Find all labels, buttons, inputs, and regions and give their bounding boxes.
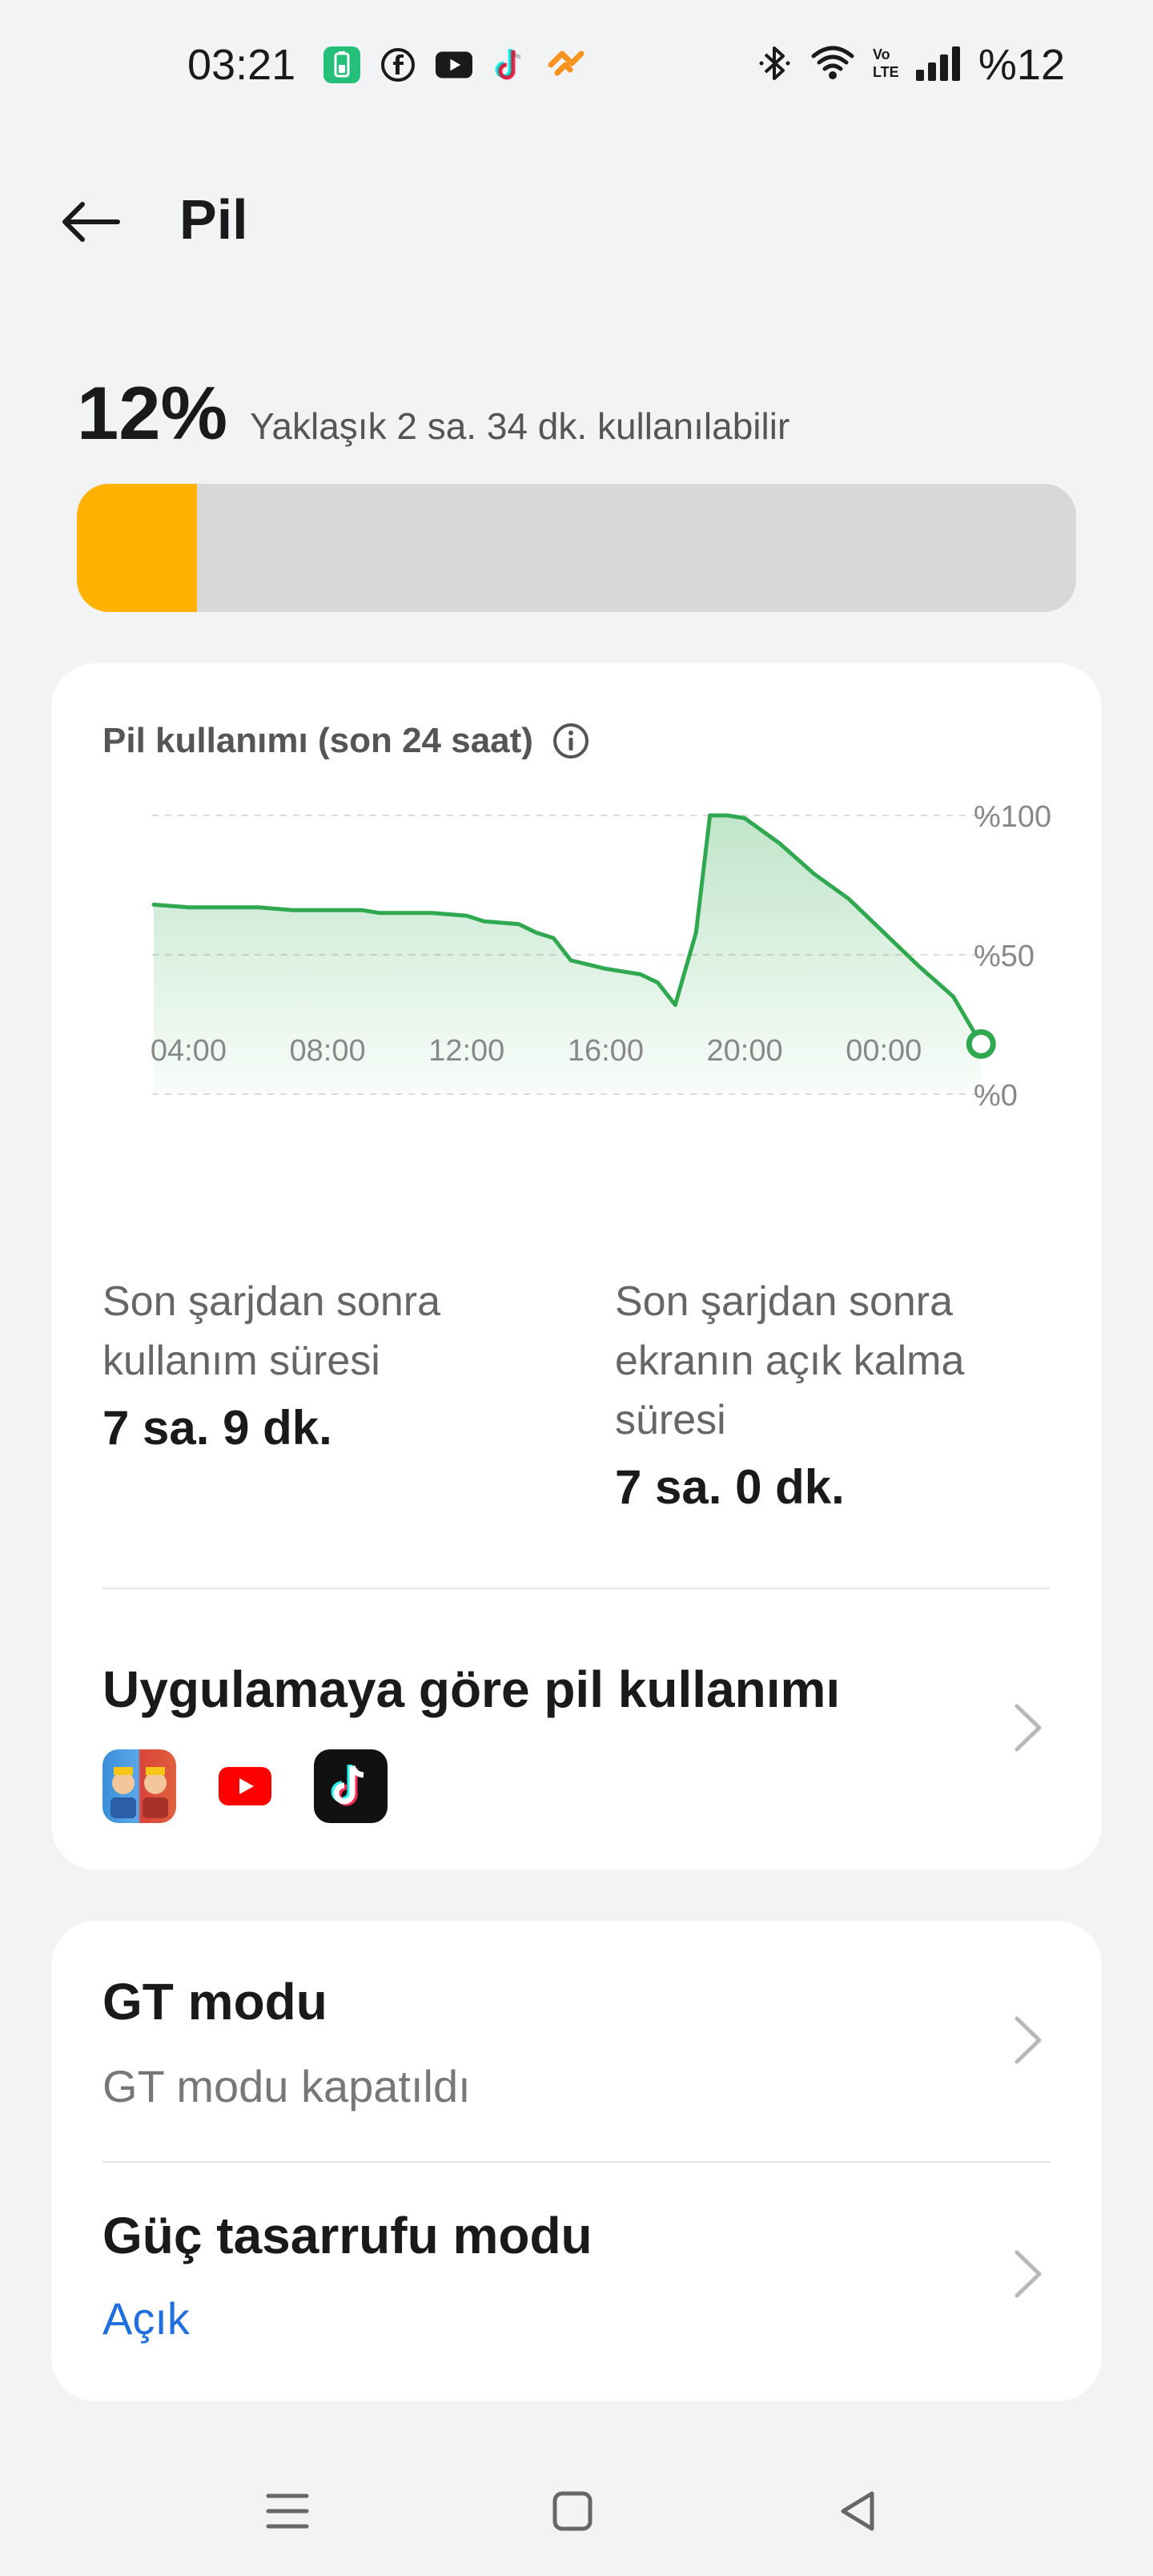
page-title: Pil — [179, 188, 248, 251]
status-battery-text: %12 — [978, 41, 1065, 89]
app-usage-icons — [102, 1749, 388, 1823]
battery-level-bar — [77, 484, 1076, 612]
screen-on-time-stat: Son şarjdan sonra ekranın açık kalma sür… — [615, 1272, 1051, 1515]
volte-icon: Vo LTE — [871, 43, 899, 87]
chart-y-tick-label: %100 — [974, 800, 1051, 834]
usage-title-row: Pil kullanımı (son 24 saat) — [102, 721, 591, 761]
chart-current-point — [966, 1028, 996, 1059]
usage-title: Pil kullanımı (son 24 saat) — [102, 721, 533, 760]
gt-mode-status: GT modu kapatıldı — [102, 2061, 471, 2111]
battery-estimate: Yaklaşık 2 sa. 34 dk. kullanılabilir — [250, 405, 790, 447]
menu-icon — [266, 2493, 309, 2529]
chevron-right-icon — [1014, 2250, 1042, 2298]
app-usage-row[interactable]: Uygulamaya göre pil kullanımı — [51, 1588, 1102, 1870]
header: Pil — [0, 168, 1153, 272]
status-bar: 03:21 Vo LTE %12 — [0, 0, 1153, 136]
tiktok-icon — [492, 46, 528, 83]
chart-y-tick-label: %50 — [974, 940, 1034, 973]
back-triangle-icon — [841, 2491, 874, 2531]
usage-stats: Son şarjdan sonra kullanım süresi 7 sa. … — [102, 1272, 1051, 1515]
power-saving-row[interactable]: Güç tasarrufu modu Açık — [51, 2161, 1102, 2401]
battery-summary: 12% Yaklaşık 2 sa. 34 dk. kullanılabilir — [77, 370, 789, 457]
usage-time-value: 7 sa. 9 dk. — [102, 1401, 332, 1455]
battery-level-fill — [77, 484, 197, 612]
wifi-icon — [810, 45, 855, 86]
youtube-app-icon — [208, 1749, 282, 1823]
power-saving-title: Güç tasarrufu modu — [102, 2207, 593, 2264]
battery-usage-chart: %0 %50 %100 04:00 08:00 12:00 16:00 20:00 00:00 — [151, 800, 1051, 1113]
svg-text:LTE: LTE — [873, 64, 898, 80]
battery-app-icon — [323, 46, 360, 83]
svg-text:Vo: Vo — [873, 46, 890, 62]
settings-card: GT modu GT modu kapatıldı Güç tasarrufu … — [51, 1921, 1102, 2401]
back-arrow-icon — [62, 202, 120, 242]
power-saving-status: Açık — [102, 2293, 190, 2344]
chart-y-tick-label: %0 — [974, 1079, 1018, 1113]
battery-percent: 12% — [77, 371, 228, 455]
home-square-icon — [552, 2491, 593, 2531]
back-button[interactable] — [54, 186, 127, 258]
screen-on-time-value: 7 sa. 0 dk. — [615, 1460, 845, 1514]
info-icon[interactable] — [551, 721, 591, 761]
signal-icon — [914, 46, 962, 85]
chart-x-tick-label: 20:00 — [707, 1034, 783, 1068]
chart-x-tick-label: 00:00 — [846, 1034, 922, 1068]
recent-apps-button[interactable] — [251, 2475, 323, 2547]
chart-x-tick-label: 04:00 — [151, 1034, 227, 1068]
tiktok-app-icon — [314, 1749, 388, 1823]
status-time: 03:21 — [187, 41, 296, 89]
usage-time-label: Son şarjdan sonra kullanım süresi — [102, 1278, 441, 1384]
chevron-right-icon — [1014, 2016, 1042, 2064]
home-button[interactable] — [536, 2475, 609, 2547]
youtube-icon — [436, 46, 472, 83]
battery-usage-card: Pil kullanımı (son 24 saat) %0 %50 %100 04… — [51, 663, 1102, 1870]
system-status: Vo LTE %12 — [757, 40, 1065, 90]
notification-icons — [323, 46, 585, 83]
gt-mode-row[interactable]: GT modu GT modu kapatıldı — [51, 1921, 1102, 2161]
usage-time-stat: Son şarjdan sonra kullanım süresi 7 sa. … — [102, 1272, 615, 1515]
orange-app-icon — [548, 46, 585, 83]
navigation-bar — [0, 2459, 1153, 2555]
bluetooth-icon — [757, 43, 794, 87]
screen-on-time-label: Son şarjdan sonra ekranın açık kalma sür… — [615, 1278, 965, 1443]
facebook-icon — [380, 46, 416, 83]
app-usage-title: Uygulamaya göre pil kullanımı — [102, 1660, 841, 1718]
chart-x-tick-label: 12:00 — [428, 1034, 504, 1068]
back-nav-button[interactable] — [822, 2475, 894, 2547]
chart-x-tick-label: 16:00 — [568, 1034, 644, 1068]
gt-mode-title: GT modu — [102, 1973, 327, 2031]
chevron-right-icon — [1014, 1704, 1042, 1752]
chart-x-tick-label: 08:00 — [290, 1034, 366, 1068]
clash-royale-icon — [102, 1749, 176, 1823]
